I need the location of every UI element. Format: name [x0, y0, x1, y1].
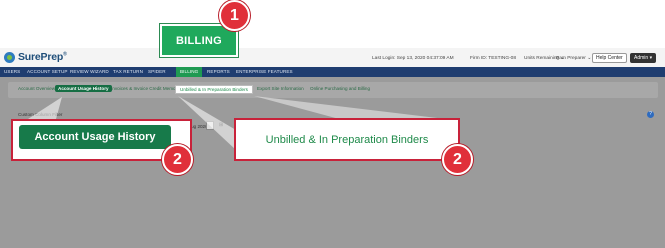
usage-pointer: [28, 97, 62, 119]
account-usage-callout: Account Usage History: [19, 125, 171, 149]
billing-callout-label: BILLING: [175, 34, 223, 47]
unbilled-callout: Unbilled & In Preparation Binders: [234, 118, 460, 161]
account-usage-callout-label: Account Usage History: [34, 131, 156, 143]
step-badge-1: 1: [219, 0, 250, 31]
step-badge-2-right: 2: [442, 144, 473, 175]
unbilled-callout-label: Unbilled & In Preparation Binders: [265, 133, 429, 146]
step-badge-2-left: 2: [162, 144, 193, 175]
